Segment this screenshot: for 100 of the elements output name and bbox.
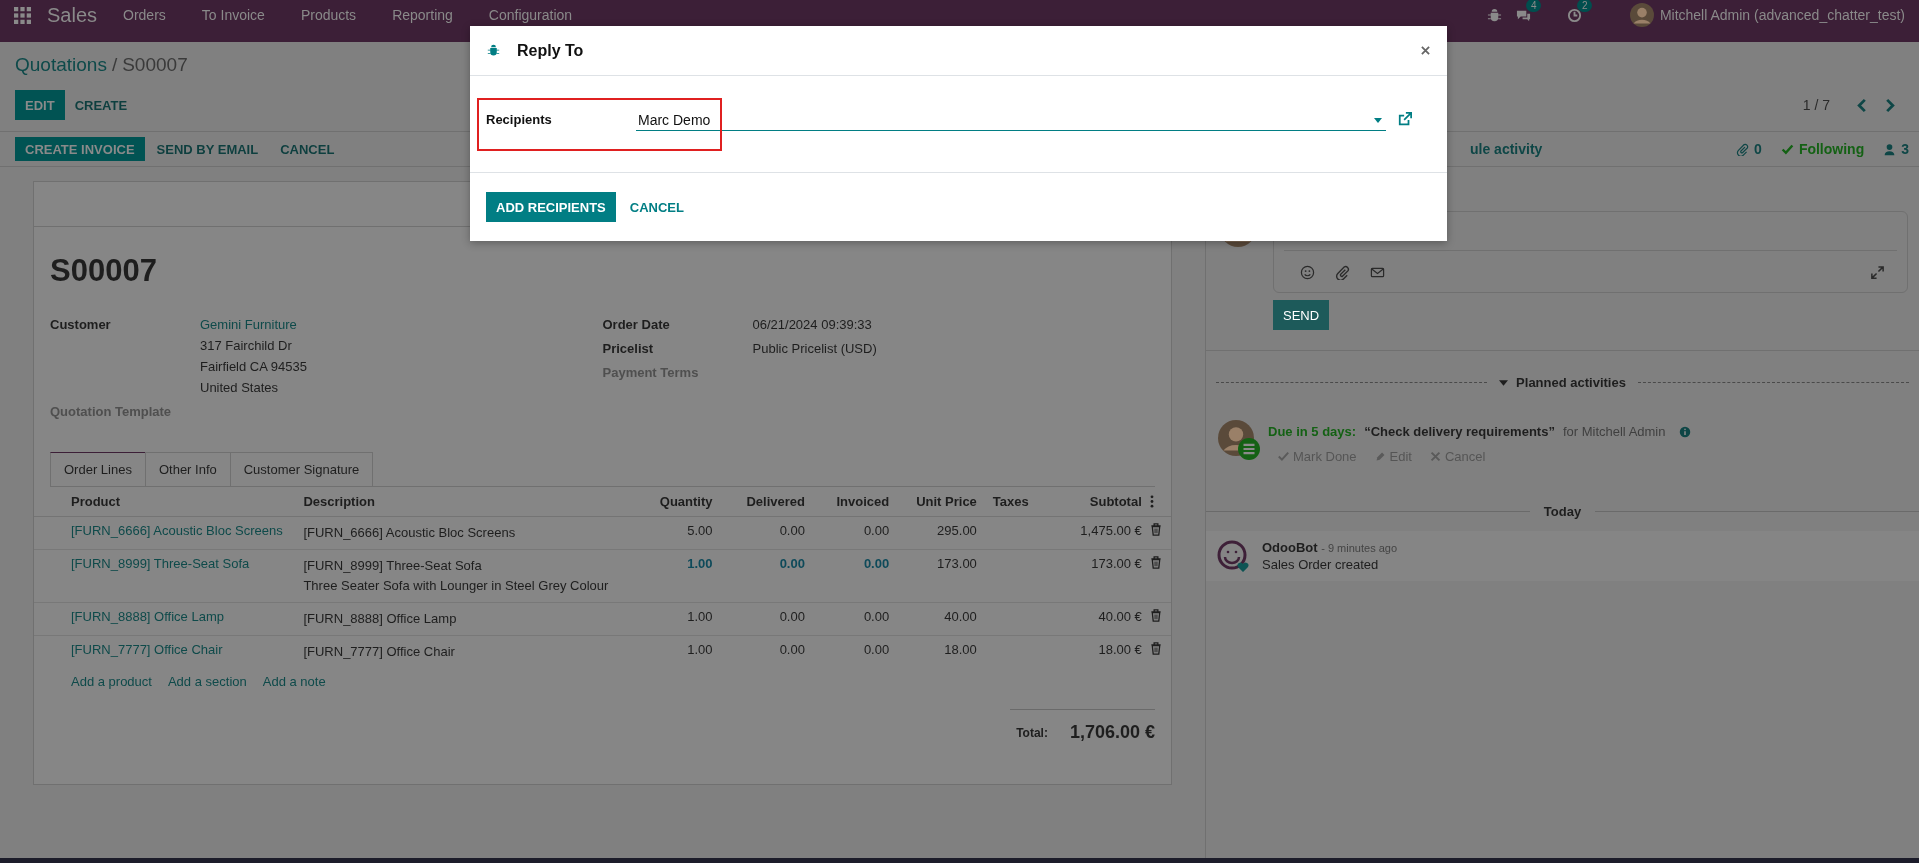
planned-activities-toggle[interactable]: Planned activities <box>1499 375 1626 390</box>
description-cell-text: [FURN_8888] Office Lamp <box>303 610 458 628</box>
pager-counter: 1 / 7 <box>1802 97 1830 113</box>
invoiced-cell: 0.00 <box>863 642 890 657</box>
quantity-cell: 1.00 <box>687 609 713 624</box>
total-amount: 1,706.00 € <box>1069 722 1155 743</box>
total-label: Total: <box>1016 725 1048 740</box>
quantity-cell: 5.00 <box>687 523 713 538</box>
caret-icon[interactable] <box>1374 117 1382 123</box>
activity-assignee: for Mitchell Admin <box>1562 424 1666 439</box>
paperclip-icon[interactable] <box>1335 264 1350 280</box>
message-count-badge: 4 <box>1525 0 1542 12</box>
person-icon[interactable] <box>1883 142 1897 156</box>
customer-link[interactable]: Gemini Furniture <box>200 317 307 332</box>
tab[interactable]: Order Lines <box>50 452 146 486</box>
field-value: Public Pricelist (USD) <box>752 341 877 356</box>
unit-price-cell: 40.00 <box>944 609 977 624</box>
invoiced-cell: 0.00 <box>863 523 890 538</box>
menu-item[interactable]: Configuration <box>488 7 573 23</box>
apps-menu-icon[interactable] <box>14 6 31 24</box>
breadcrumb-current: S00007 <box>122 54 188 75</box>
smiley-avatar-icon <box>1216 539 1250 573</box>
recipients-field[interactable]: Marc Demo <box>636 112 1386 131</box>
invoiced-cell: 0.00 <box>863 556 890 571</box>
activity-type-icon <box>1238 438 1260 460</box>
dialog-button[interactable]: ADD RECIPIENTS <box>486 192 616 222</box>
check-icon <box>1780 142 1794 156</box>
status-button[interactable]: CREATE INVOICE <box>15 137 145 161</box>
field-value: Fairfield CA 94535 <box>200 359 307 374</box>
delivered-cell: 0.00 <box>779 609 805 624</box>
next-icon[interactable] <box>1885 97 1895 113</box>
trash-icon[interactable] <box>1149 642 1162 655</box>
close-icon[interactable] <box>1421 46 1430 55</box>
trash-icon[interactable] <box>1149 523 1162 536</box>
emoji-icon[interactable] <box>1300 264 1315 280</box>
info-icon[interactable] <box>1679 425 1692 438</box>
external-link-icon[interactable] <box>1398 112 1412 126</box>
attachment-count[interactable]: 0 <box>1754 141 1762 157</box>
action-button[interactable]: EDIT <box>15 90 65 120</box>
subtotal-cell: 18.00 € <box>1098 642 1142 657</box>
menu-item[interactable]: Reporting <box>392 7 453 23</box>
unit-price-cell: 295.00 <box>937 523 977 538</box>
paperclip-icon[interactable] <box>1736 142 1750 156</box>
dialog-button[interactable]: CANCEL <box>619 192 694 222</box>
kebab-menu-icon[interactable] <box>1149 495 1154 508</box>
add-line-link[interactable]: Add a section <box>167 674 247 689</box>
caret-icon <box>1499 379 1509 386</box>
user-avatar-icon[interactable] <box>1629 3 1654 27</box>
record-title: S00007 <box>50 253 158 289</box>
previous-icon[interactable] <box>1857 97 1867 113</box>
field-label: Order Date <box>602 317 671 332</box>
date-separator: Today <box>1543 504 1582 519</box>
unit-price-cell: 18.00 <box>944 642 977 657</box>
subtotal-cell: 1,475.00 € <box>1080 523 1142 538</box>
expand-icon[interactable] <box>1870 264 1885 280</box>
follower-count[interactable]: 3 <box>1901 141 1909 157</box>
user-name[interactable]: Mitchell Admin (advanced_chatter_test) <box>1659 7 1905 23</box>
status-button[interactable]: CANCEL <box>270 137 345 161</box>
product-cell[interactable]: [FURN_6666] Acoustic Bloc Screens <box>71 523 283 538</box>
subtotal-cell: 40.00 € <box>1098 609 1142 624</box>
activity-due: Due in 5 days: <box>1268 424 1357 439</box>
bug-icon[interactable] <box>1486 7 1502 23</box>
field-label: Customer <box>50 317 112 334</box>
trash-icon[interactable] <box>1149 556 1162 569</box>
send-button[interactable]: SEND <box>1273 300 1330 330</box>
product-cell[interactable]: [FURN_7777] Office Chair <box>71 642 223 657</box>
menu-item[interactable]: To Invoice <box>201 7 265 23</box>
app-title[interactable]: Sales <box>47 3 98 27</box>
delivered-cell: 0.00 <box>779 556 805 571</box>
product-cell[interactable]: [FURN_8888] Office Lamp <box>71 609 224 624</box>
invoiced-cell: 0.00 <box>863 609 890 624</box>
menu-item[interactable]: Orders <box>123 7 166 23</box>
add-line-link[interactable]: Add a product <box>71 674 152 689</box>
message-text: Sales Order created <box>1262 557 1380 572</box>
bug-icon <box>487 44 500 57</box>
field-label: Pricelist <box>602 341 655 356</box>
description-cell-text: [FURN_6666] Acoustic Bloc Screens <box>303 524 517 542</box>
delivered-cell: 0.00 <box>779 642 805 657</box>
breadcrumb-link[interactable]: Quotations <box>15 54 107 75</box>
quantity-cell: 1.00 <box>687 556 713 571</box>
description-cell-text: [FURN_8999] Three-Seat Sofa <box>303 557 483 575</box>
check-icon[interactable] <box>1278 451 1289 462</box>
tab[interactable]: Customer Signature <box>229 452 374 486</box>
subtotal-cell: 173.00 € <box>1091 556 1142 571</box>
message-author: OdooBot <box>1262 540 1318 555</box>
product-cell[interactable]: [FURN_8999] Three-Seat Sofa <box>71 556 250 571</box>
dialog-title: Reply To <box>517 41 584 60</box>
field-value: 06/21/2024 09:39:33 <box>752 317 872 332</box>
breadcrumb-separator: / <box>111 54 118 75</box>
field-value: United States <box>200 380 280 395</box>
clock-icon[interactable] <box>1566 7 1582 23</box>
menu-item[interactable]: Products <box>300 7 357 23</box>
trash-icon[interactable] <box>1149 609 1162 622</box>
message-time: - 9 minutes ago <box>1321 542 1398 554</box>
description-cell-text: Three Seater Sofa with Lounger in Steel Grey Colour <box>303 577 610 595</box>
status-button[interactable]: SEND BY EMAIL <box>146 137 269 161</box>
action-button[interactable]: CREATE <box>64 90 138 120</box>
schedule-activity-link[interactable]: ule activity <box>1470 141 1543 157</box>
quantity-cell: 1.00 <box>687 642 713 657</box>
add-line-link[interactable]: Add a note <box>262 674 326 689</box>
